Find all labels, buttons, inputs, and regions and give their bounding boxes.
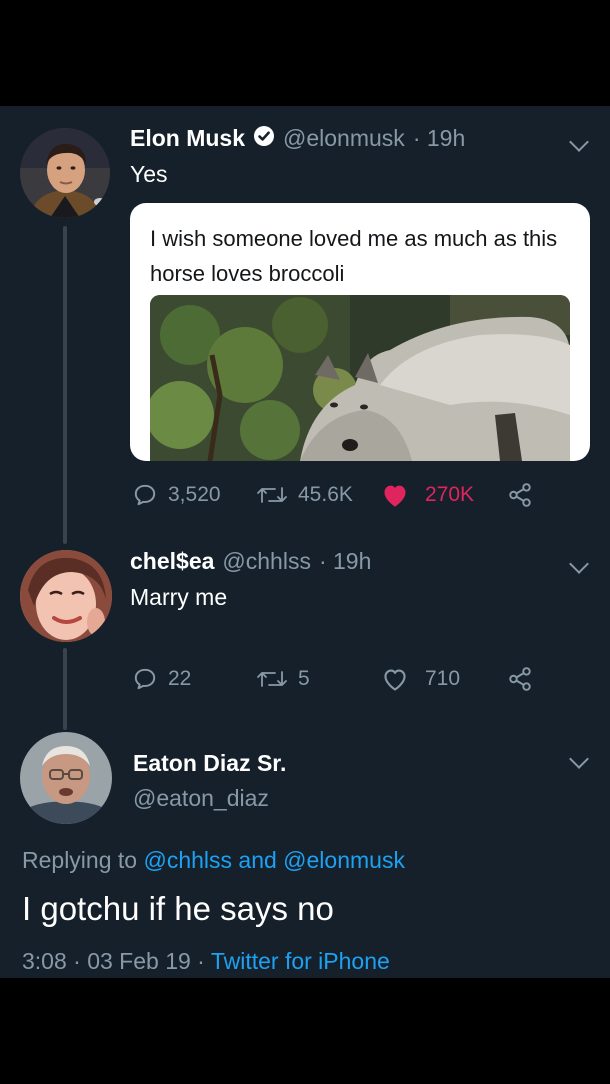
retweet-count: 45.6K [298, 483, 353, 506]
quoted-tweet-card[interactable]: I wish someone loved me as much as this … [130, 203, 590, 461]
reply-icon [134, 484, 156, 506]
like-button[interactable]: 270K [381, 482, 474, 508]
share-button[interactable] [506, 666, 534, 692]
mention-link[interactable]: @chhlss [143, 847, 232, 873]
retweet-icon [257, 671, 287, 687]
like-icon [384, 669, 406, 691]
tweet-meta: 3:08 · 03 Feb 19 · Twitter for iPhone [22, 948, 390, 975]
tweet-header: chel$ea @chhlss · 19h [130, 548, 371, 575]
quoted-tweet-text: I wish someone loved me as much as this … [150, 226, 558, 286]
thread-line [63, 226, 67, 544]
replying-label: Replying to [22, 847, 138, 873]
reply-count: 22 [168, 667, 192, 690]
author-name[interactable]: chel$ea [130, 548, 214, 575]
author-handle[interactable]: @elonmusk [283, 125, 405, 152]
avatar-elonmusk[interactable] [20, 128, 110, 218]
reply-button[interactable]: 22 [132, 666, 191, 692]
like-button[interactable]: 710 [381, 666, 460, 692]
like-count: 270K [425, 483, 475, 506]
author-handle[interactable]: @eaton_diaz [133, 785, 269, 812]
author-name[interactable]: Eaton Diaz Sr. [133, 750, 286, 777]
focus-tweet-text: I gotchu if he says no [22, 890, 334, 927]
share-icon [509, 483, 531, 507]
tweet-timestamp: 3:08 · 03 Feb 19 · [22, 948, 205, 974]
tweet-text: Yes [130, 161, 168, 187]
mention-and: and [238, 847, 277, 873]
reply-button[interactable]: 3,520 [132, 482, 221, 508]
tweet-source-link[interactable]: Twitter for iPhone [211, 948, 390, 974]
tweet-header: Elon Musk @elonmusk · 19h [130, 125, 465, 152]
mention-link[interactable]: @elonmusk [283, 847, 405, 873]
avatar-chhlss[interactable] [20, 550, 112, 642]
replying-to: Replying to @chhlss and @elonmusk [22, 847, 405, 874]
avatar-eaton-diaz[interactable] [20, 732, 112, 824]
share-button[interactable] [506, 482, 534, 508]
retweet-icon [257, 487, 287, 503]
reply-count: 3,520 [168, 483, 221, 506]
tweet-text: Marry me [130, 584, 228, 610]
thread-line [63, 648, 67, 730]
author-handle[interactable]: @chhlss [222, 548, 311, 575]
verified-badge-icon [253, 125, 275, 152]
tweet-time: · 19h [318, 548, 372, 574]
tweet-time: · 19h [412, 125, 466, 151]
retweet-button[interactable]: 5 [256, 666, 310, 692]
author-name[interactable]: Elon Musk [130, 125, 245, 152]
like-icon [384, 485, 406, 507]
reply-icon [134, 668, 156, 690]
wolf-photo[interactable] [150, 295, 570, 461]
retweet-count: 5 [298, 667, 310, 690]
share-icon [509, 667, 531, 691]
like-count: 710 [425, 667, 461, 690]
retweet-button[interactable]: 45.6K [256, 482, 353, 508]
